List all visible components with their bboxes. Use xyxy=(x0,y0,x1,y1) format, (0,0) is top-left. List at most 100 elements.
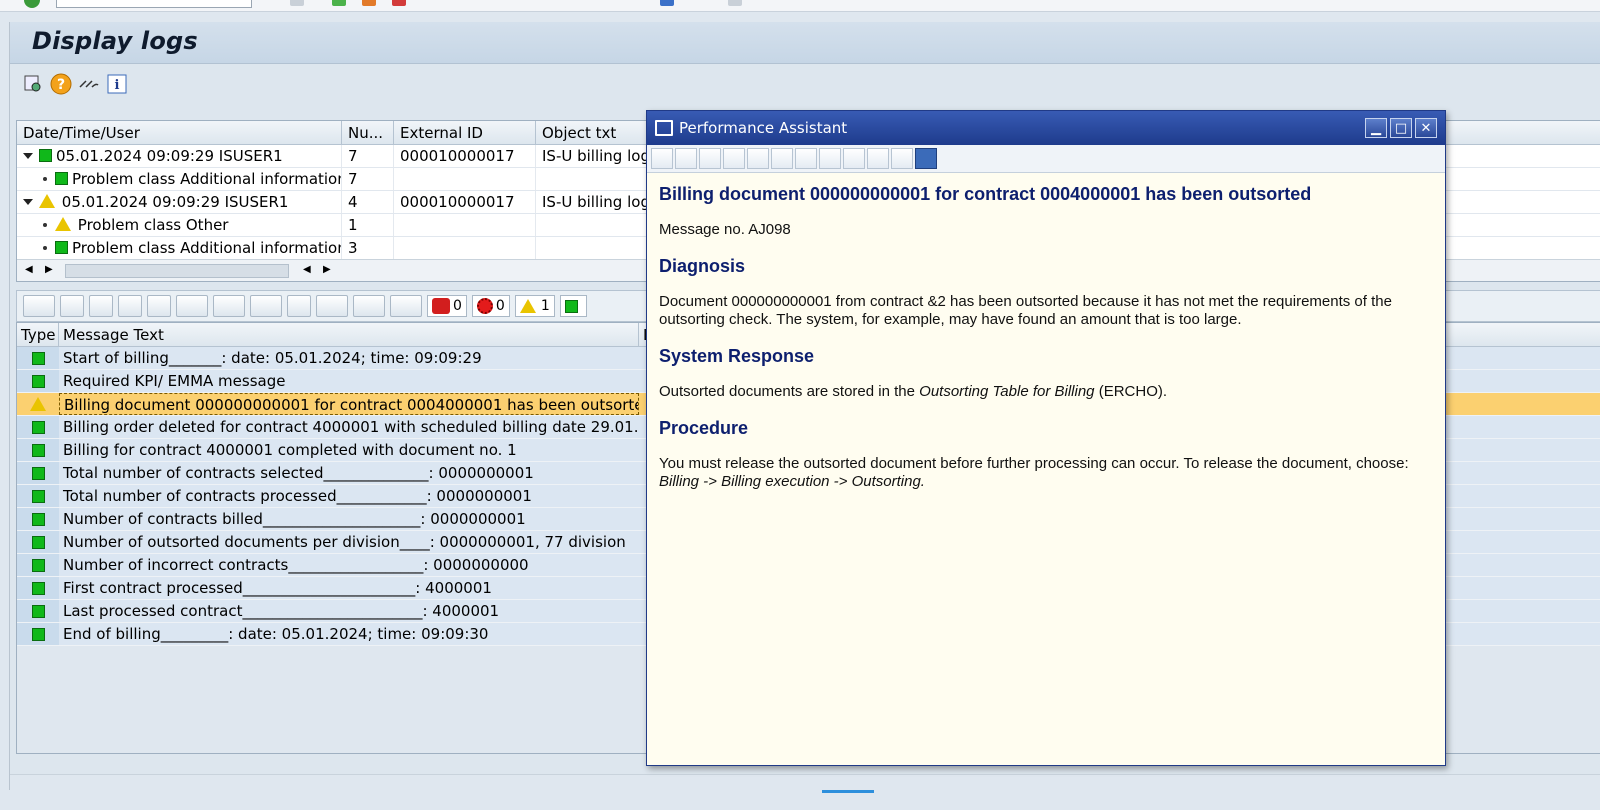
col-external-id[interactable]: External ID xyxy=(394,121,536,144)
system-response-text: Outsorted documents are stored in the Ou… xyxy=(659,383,1168,400)
message-text: Start of billing_______: date: 05.01.202… xyxy=(63,349,482,367)
warning-icon xyxy=(30,397,46,411)
edit-pencil-icon[interactable] xyxy=(771,148,793,169)
application-toolbar: ? i xyxy=(10,64,1600,104)
message-text: Total number of contracts selected______… xyxy=(63,464,534,482)
success-icon xyxy=(31,512,45,526)
find-next-icon[interactable] xyxy=(147,295,171,317)
message-text: Number of incorrect contracts___________… xyxy=(63,556,529,574)
warning-icon xyxy=(55,217,71,231)
copy-icon[interactable] xyxy=(867,148,889,169)
message-text: First contract processed________________… xyxy=(63,579,492,597)
col-message-text[interactable]: Message Text xyxy=(59,323,639,346)
dialog-title-bar[interactable]: Performance Assistant ▁ □ ✕ xyxy=(647,111,1445,145)
success-icon xyxy=(564,299,578,313)
layout-icon[interactable] xyxy=(660,0,674,6)
diagnosis-text: Document 000000000001 from contract &2 h… xyxy=(659,293,1392,328)
help-heading: Billing document 000000000001 for contra… xyxy=(659,184,1312,204)
expand-toggle[interactable] xyxy=(23,199,33,205)
procedure-title: Procedure xyxy=(659,418,749,438)
success-icon xyxy=(31,604,45,618)
message-text: Number of contracts billed______________… xyxy=(63,510,526,528)
message-number: Message no. AJ098 xyxy=(659,221,791,238)
scrollbar-thumb[interactable] xyxy=(65,264,289,278)
filter-icon[interactable] xyxy=(176,295,208,317)
performance-assistant-dialog: Performance Assistant ▁ □ ✕ Billing docu… xyxy=(646,110,1446,766)
col-type[interactable]: Type xyxy=(17,323,59,346)
procedure-text: You must release the outsorted document … xyxy=(659,455,1409,490)
cancel-icon[interactable] xyxy=(392,0,406,6)
success-icon xyxy=(31,558,45,572)
error-filter-button[interactable]: 0 xyxy=(471,295,510,317)
related-topics-icon[interactable] xyxy=(795,148,817,169)
book-icon[interactable] xyxy=(819,148,841,169)
scroll-right-icon[interactable]: ▶ xyxy=(323,264,331,275)
system-toolbar xyxy=(0,0,1600,12)
expand-toggle[interactable] xyxy=(23,153,33,159)
close-button[interactable]: ✕ xyxy=(1415,118,1437,138)
document-icon xyxy=(655,120,673,136)
edit-icon[interactable] xyxy=(747,148,769,169)
status-bar xyxy=(10,774,1600,790)
print-icon[interactable] xyxy=(891,148,913,169)
message-text: Billing document 000000000001 for contra… xyxy=(59,393,639,415)
message-text: Last processed contract_________________… xyxy=(63,602,500,620)
scroll-left-icon[interactable]: ◀ xyxy=(303,264,311,275)
export-icon[interactable] xyxy=(353,295,385,317)
subtotal-icon[interactable] xyxy=(250,295,282,317)
stop-filter-button[interactable]: 0 xyxy=(427,295,467,317)
success-icon xyxy=(31,443,45,457)
error-icon xyxy=(476,298,493,314)
success-icon xyxy=(31,374,45,388)
layout-icon[interactable] xyxy=(390,295,422,317)
exit-icon[interactable] xyxy=(362,0,376,6)
maximize-button[interactable]: □ xyxy=(1390,118,1412,138)
details-icon[interactable] xyxy=(23,295,55,317)
success-icon xyxy=(31,489,45,503)
print-icon[interactable] xyxy=(287,295,311,317)
enter-icon[interactable] xyxy=(24,0,40,8)
help-content: Billing document 000000000001 for contra… xyxy=(647,173,1445,503)
info-icon[interactable]: i xyxy=(106,73,128,95)
glasses-icon[interactable] xyxy=(78,73,100,95)
forward-icon[interactable] xyxy=(675,148,697,169)
taskbar-indicator xyxy=(822,790,874,793)
sort-ascending-icon[interactable] xyxy=(60,295,84,317)
message-text: Total number of contracts processed_____… xyxy=(63,487,532,505)
success-icon xyxy=(31,627,45,641)
success-icon xyxy=(31,351,45,365)
save-icon[interactable] xyxy=(290,0,304,6)
scroll-right-icon[interactable]: ▶ xyxy=(45,264,53,275)
page-title: Display logs xyxy=(32,27,198,55)
message-text: Required KPI/ EMMA message xyxy=(63,372,286,390)
display-details-icon[interactable] xyxy=(22,73,44,95)
command-field[interactable] xyxy=(56,0,252,8)
glossary-icon[interactable] xyxy=(843,148,865,169)
sort-descending-icon[interactable] xyxy=(89,295,113,317)
dialog-title: Performance Assistant xyxy=(679,119,848,137)
warning-filter-button[interactable]: 1 xyxy=(514,295,555,317)
success-icon xyxy=(31,581,45,595)
col-number[interactable]: Nu... xyxy=(342,121,394,144)
success-icon xyxy=(55,241,68,254)
success-icon xyxy=(31,420,45,434)
settings-icon[interactable] xyxy=(728,0,742,6)
message-text: Billing for contract 4000001 completed w… xyxy=(63,441,517,459)
sum-icon[interactable] xyxy=(213,295,245,317)
find-icon[interactable] xyxy=(118,295,142,317)
message-text: Billing order deleted for contract 40000… xyxy=(63,418,639,436)
col-date-time-user[interactable]: Date/Time/User xyxy=(17,121,342,144)
dialog-toolbar xyxy=(647,145,1445,173)
close-icon[interactable] xyxy=(915,148,937,169)
view-icon[interactable] xyxy=(316,295,348,317)
scroll-left-icon[interactable]: ◀ xyxy=(25,264,33,275)
back-icon[interactable] xyxy=(651,148,673,169)
success-icon xyxy=(55,172,68,185)
minimize-button[interactable]: ▁ xyxy=(1365,118,1387,138)
structure-icon[interactable] xyxy=(723,148,745,169)
back-icon[interactable] xyxy=(332,0,346,6)
success-filter-button[interactable] xyxy=(559,295,587,317)
help-icon[interactable]: ? xyxy=(50,73,72,95)
message-text: Number of outsorted documents per divisi… xyxy=(63,533,626,551)
technical-info-icon[interactable] xyxy=(699,148,721,169)
